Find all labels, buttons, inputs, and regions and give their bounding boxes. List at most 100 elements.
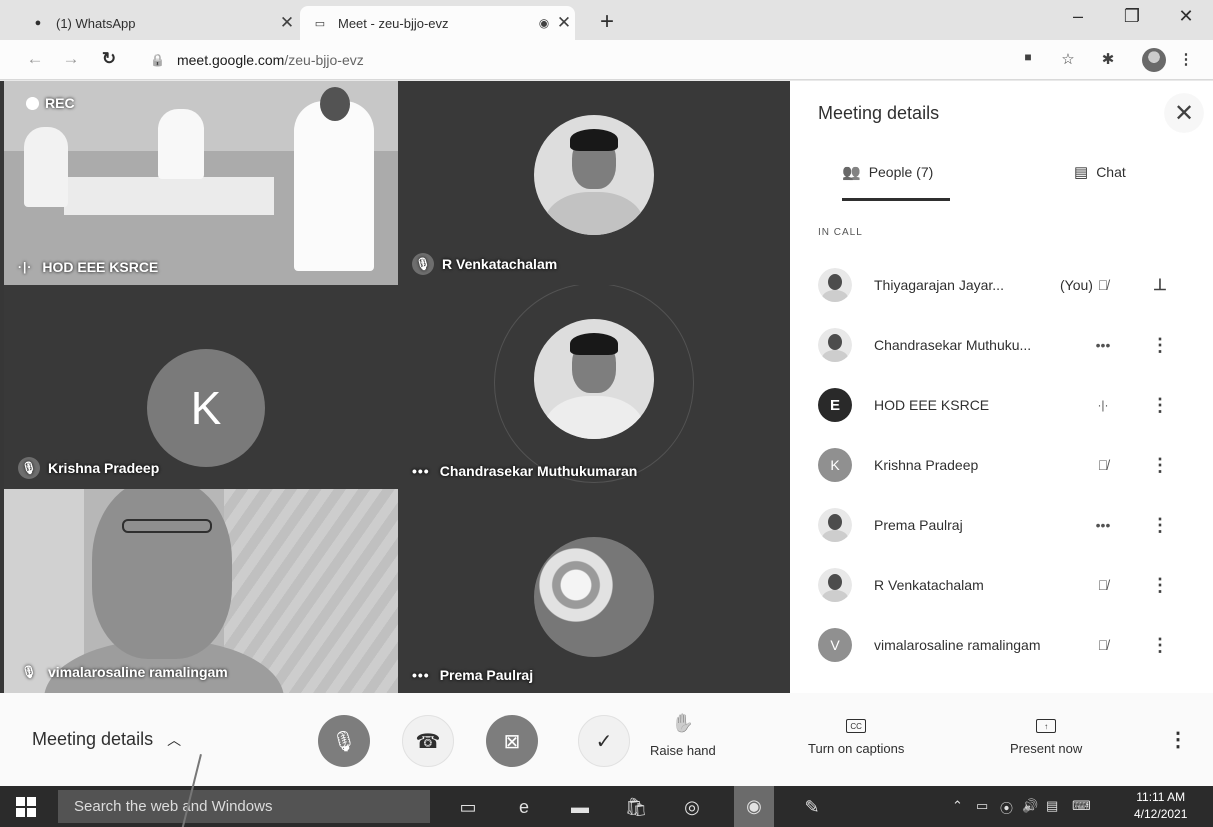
participant-name: Krishna Pradeep <box>874 457 979 473</box>
taskbar-search-box[interactable]: Search the web and Windows <box>58 790 430 823</box>
camera-toggle-button[interactable]: ⊠ <box>486 715 538 767</box>
whatsapp-icon: ● <box>34 17 42 29</box>
close-icon: ✕ <box>1173 99 1195 127</box>
battery-icon[interactable]: ▭ <box>976 798 988 814</box>
participant-row[interactable]: Chandrasekar Muthuku... ••• ⋮ <box>818 325 1198 365</box>
video-tile-chandrasekar-muthukumaran[interactable]: ••• Chandrasekar Muthukumaran <box>398 285 790 489</box>
chrome-icon[interactable]: ◉ <box>734 786 774 827</box>
close-tab-icon[interactable]: ✕ <box>276 13 298 33</box>
windows-start-icon[interactable] <box>16 797 36 817</box>
mic-off-icon: 🎙 <box>21 665 37 679</box>
camera-off-icon: ⊠ <box>503 730 521 753</box>
wifi-icon[interactable]: ⦿ <box>1000 798 1013 817</box>
restore-button[interactable]: ❐ <box>1114 6 1150 27</box>
task-view-icon[interactable]: ▭ <box>456 795 480 819</box>
taskbar-clock[interactable]: 11:11 AM 4/12/2021 <box>1134 789 1187 823</box>
video-tile-vimalarosaline-ramalingam[interactable]: 🎙 vimalarosaline ramalingam <box>4 489 398 693</box>
present-now-button[interactable]: ↑ Present now <box>1010 713 1082 756</box>
participant-name: 🎙 R Venkatachalam <box>412 253 557 275</box>
participant-name-text: Chandrasekar Muthukumaran <box>439 463 638 479</box>
chevron-up-icon: ︿ <box>167 731 182 748</box>
participant-row[interactable]: Prema Paulraj ••• ⋮ <box>818 505 1198 545</box>
forward-button[interactable]: → <box>60 49 82 69</box>
person-figure <box>24 127 68 207</box>
chat-icon: ▤ <box>1074 164 1089 181</box>
leave-call-button[interactable]: ☎ <box>402 715 454 767</box>
reload-button[interactable]: ↻ <box>98 49 120 69</box>
mic-off-icon: 🎙 <box>331 730 357 753</box>
participant-name: R Venkatachalam <box>874 577 984 593</box>
audio-level-icon: ·|· <box>18 260 33 274</box>
more-dots-icon: ••• <box>1095 517 1111 533</box>
edge-browser-icon[interactable]: e <box>512 795 536 819</box>
tab-chat[interactable]: ▤ Chat <box>1074 163 1126 181</box>
clock-date: 4/12/2021 <box>1134 807 1188 821</box>
participant-row[interactable]: R Venkatachalam 🎙̸ ⋮ <box>818 565 1198 605</box>
video-tile-r-venkatachalam[interactable]: 🎙 R Venkatachalam <box>398 81 790 285</box>
file-explorer-icon[interactable]: ▬ <box>568 795 592 819</box>
microphone-toggle-button[interactable]: 🎙 <box>318 715 370 767</box>
row-menu-icon[interactable]: ⋮ <box>1148 635 1172 656</box>
close-panel-button[interactable]: ✕ <box>1164 93 1204 133</box>
row-menu-icon[interactable]: ⋮ <box>1148 395 1172 416</box>
extensions-icon[interactable]: ✱ <box>1098 50 1118 68</box>
mic-off-icon: 🎙̸ <box>1097 637 1109 653</box>
tab-meet[interactable]: ▭ Meet - zeu-bjjo-evz ◉ ✕ <box>300 6 575 40</box>
browser-menu-icon[interactable]: ⋮ <box>1176 50 1196 68</box>
participant-name-text: Prema Paulraj <box>439 667 534 683</box>
pin-icon[interactable]: ⊥ <box>1148 275 1172 295</box>
tab-title: Meet - zeu-bjjo-evz <box>338 15 449 31</box>
camera-in-use-icon[interactable]: ■ <box>1018 50 1038 64</box>
attendance-check-button[interactable]: ✓ <box>578 715 630 767</box>
row-menu-icon[interactable]: ⋮ <box>1148 335 1172 356</box>
participant-name: ••• Chandrasekar Muthukumaran <box>412 463 637 479</box>
record-dot-icon <box>26 96 39 110</box>
recording-label: REC <box>45 95 75 111</box>
participant-name: ••• Prema Paulraj <box>412 667 533 683</box>
keyboard-icon[interactable]: ⌨ <box>1072 798 1091 814</box>
bookmark-star-icon[interactable]: ☆ <box>1058 50 1078 68</box>
hang-up-icon: ☎ <box>415 730 441 753</box>
video-tile-hod-eee-ksrce[interactable]: REC ·|· HOD EEE KSRCE <box>4 81 398 285</box>
video-tile-krishna-pradeep[interactable]: K 🎙 Krishna Pradeep <box>4 285 398 489</box>
captions-button[interactable]: CC Turn on captions <box>808 713 904 756</box>
paint-icon[interactable]: ✎ <box>800 795 824 819</box>
tab-whatsapp[interactable]: ● (1) WhatsApp ✕ <box>18 6 298 40</box>
store-icon[interactable]: 🛍 <box>624 795 648 819</box>
meeting-details-button[interactable]: Meeting details ︿ <box>32 729 181 750</box>
participant-name-text: R Venkatachalam <box>442 256 558 272</box>
raise-hand-button[interactable]: ✋ Raise hand <box>650 713 716 758</box>
room-table <box>64 177 274 215</box>
avatar <box>818 508 852 542</box>
row-menu-icon[interactable]: ⋮ <box>1148 455 1172 476</box>
participant-row[interactable]: V vimalarosaline ramalingam 🎙̸ ⋮ <box>818 625 1198 665</box>
participant-name: Chandrasekar Muthuku... <box>874 337 1032 353</box>
notifications-icon[interactable]: ▤ <box>1046 798 1058 814</box>
person-figure <box>158 109 204 179</box>
browser-tab-strip: ● (1) WhatsApp ✕ ▭ Meet - zeu-bjjo-evz ◉… <box>0 0 1213 40</box>
video-tile-prema-paulraj[interactable]: ••• Prema Paulraj <box>398 489 790 693</box>
minimize-button[interactable]: – <box>1060 6 1096 27</box>
tray-chevron-icon[interactable]: ⌃ <box>952 798 963 814</box>
participant-name: HOD EEE KSRCE <box>874 397 990 413</box>
participant-row[interactable]: E HOD EEE KSRCE ·|· ⋮ <box>818 385 1198 425</box>
mic-off-icon: 🎙̸ <box>1097 577 1109 593</box>
participant-row[interactable]: K Krishna Pradeep 🎙̸ ⋮ <box>818 445 1198 485</box>
profile-avatar[interactable] <box>1142 48 1166 72</box>
back-button[interactable]: ← <box>24 49 46 69</box>
new-tab-button[interactable]: + <box>595 8 619 36</box>
volume-icon[interactable]: 🔊 <box>1022 798 1038 814</box>
media-app-icon[interactable]: ◎ <box>680 795 704 819</box>
participant-row[interactable]: Thiyagarajan Jayar... (You) 🎙̸ ⊥ <box>818 265 1198 305</box>
captions-icon: CC <box>846 719 867 733</box>
recording-badge: REC <box>26 95 75 111</box>
row-menu-icon[interactable]: ⋮ <box>1148 515 1172 536</box>
close-tab-icon[interactable]: ✕ <box>553 13 575 33</box>
row-menu-icon[interactable]: ⋮ <box>1148 575 1172 596</box>
mic-off-icon: 🎙̸ <box>1097 277 1109 293</box>
address-bar[interactable]: 🔒 meet.google.com /zeu-bjjo-evz <box>150 48 364 72</box>
more-options-icon[interactable]: ⋮ <box>1168 727 1188 752</box>
participant-name: ·|· HOD EEE KSRCE <box>18 259 158 275</box>
tab-people[interactable]: 👥 People (7) <box>842 163 933 181</box>
close-window-button[interactable]: ✕ <box>1168 6 1204 27</box>
